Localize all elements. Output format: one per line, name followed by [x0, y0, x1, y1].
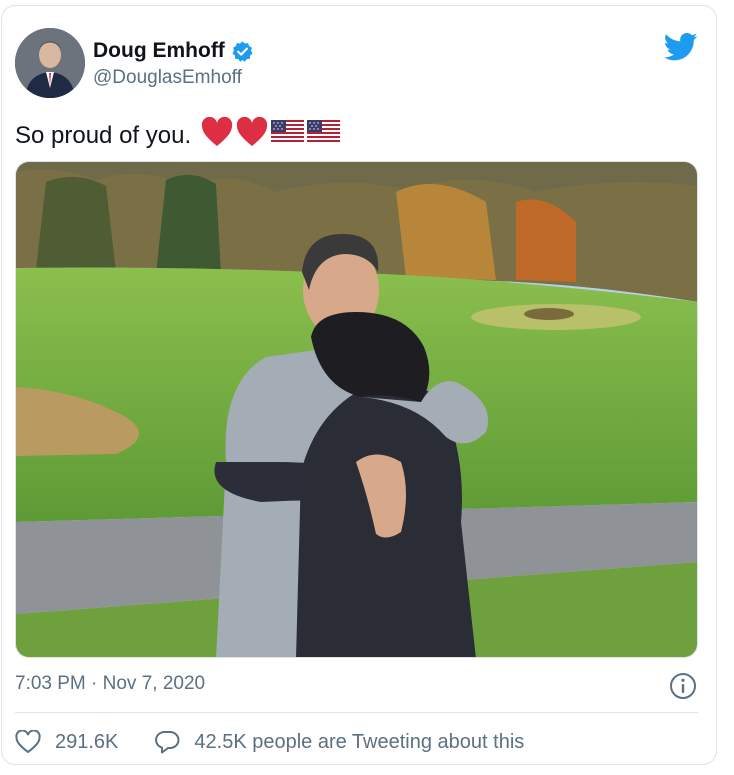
info-icon[interactable] [669, 672, 697, 700]
like-button[interactable]: 291.6K [15, 730, 118, 754]
us-flag-icon [307, 120, 341, 151]
red-heart-icon [201, 116, 233, 154]
tweet-text-row: So proud of you. [15, 116, 341, 154]
emoji-row [201, 116, 341, 154]
tweet-text: So proud of you. [15, 121, 192, 149]
reply-conversation-link[interactable]: 42.5K people are Tweeting about this [154, 730, 524, 754]
verified-badge-icon [231, 40, 254, 63]
twitter-bird-icon[interactable] [663, 32, 698, 62]
speech-bubble-icon [155, 731, 180, 754]
tweet-photo[interactable] [15, 161, 698, 658]
author-name[interactable]: Doug Emhoff [93, 39, 225, 63]
us-flag-icon [271, 120, 305, 151]
red-heart-icon [236, 116, 268, 154]
author-handle[interactable]: @DouglasEmhoff [93, 67, 242, 89]
heart-outline-icon [15, 730, 41, 754]
divider [15, 712, 698, 713]
tweet-card: Doug Emhoff @DouglasEmhoff So proud of y… [1, 5, 717, 765]
like-count: 291.6K [55, 730, 119, 753]
tweet-actions: 291.6K 42.5K people are Tweeting about t… [15, 730, 524, 754]
tweet-timestamp[interactable]: 7:03 PM · Nov 7, 2020 [15, 673, 205, 695]
author-name-row[interactable]: Doug Emhoff [93, 39, 254, 63]
avatar[interactable] [15, 28, 85, 98]
tweeting-about-text: 42.5K people are Tweeting about this [194, 730, 525, 753]
